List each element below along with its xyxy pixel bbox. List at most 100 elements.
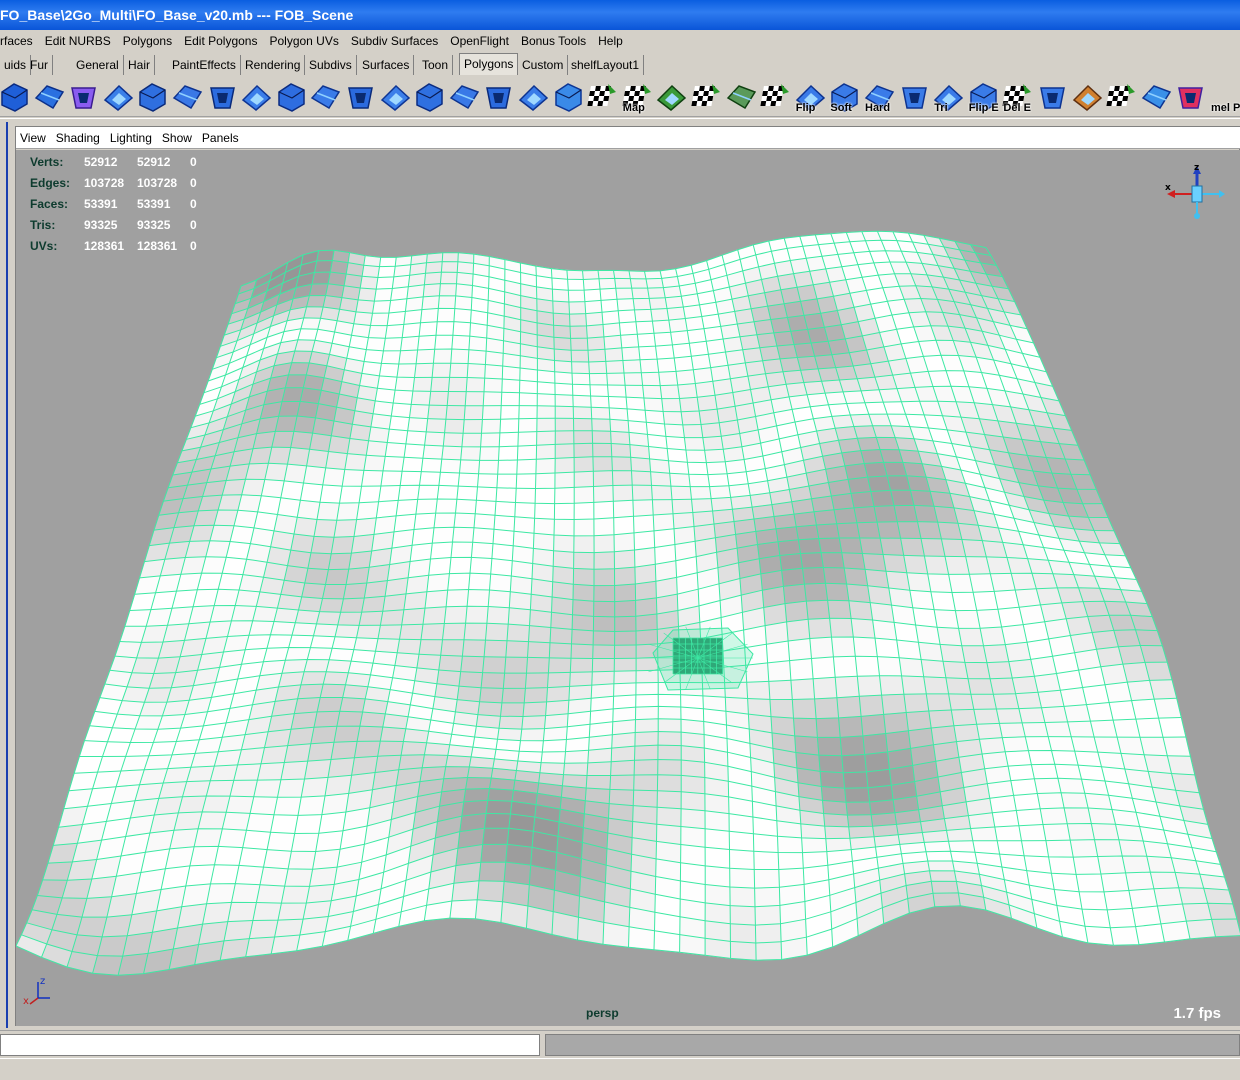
collapse-icon[interactable] [448, 80, 481, 113]
fps-counter: 1.7 fps [1173, 1005, 1221, 1022]
append-polygon-icon[interactable] [517, 80, 550, 113]
shelf-tabs: uids Fur General Hair PaintEffects Rendering S… [0, 53, 1240, 75]
maya-window: FO_Base\2Go_Multi\FO_Base_v20.mb --- FOB… [0, 0, 1240, 1080]
wedge-face-icon[interactable] [309, 80, 342, 113]
hud-label: Tris: [30, 218, 56, 232]
left-toolbox-strip [0, 122, 14, 1028]
flip-icon[interactable]: Flip [794, 80, 827, 114]
hud-value: 0 [190, 155, 197, 169]
quad-icon[interactable] [1036, 80, 1069, 113]
paint-icon[interactable] [1071, 80, 1104, 113]
checker-grid-icon[interactable] [725, 80, 758, 113]
shelf-tab[interactable]: General [72, 55, 124, 75]
origin-axis-icon: x z [23, 976, 50, 1006]
panel-menu-item[interactable]: Panels [197, 127, 244, 149]
shelf-tab[interactable]: Surfaces [358, 55, 415, 75]
shelf-icon-label: Tri [934, 102, 948, 114]
menu-item[interactable]: Polygon UVs [263, 30, 344, 52]
menu-item[interactable]: Help [592, 30, 629, 52]
shelf-tab[interactable]: PaintEffects [168, 55, 241, 75]
view-axis-gizmo-icon[interactable]: x z [1165, 164, 1225, 224]
shelf-tab[interactable]: Hair [124, 55, 156, 75]
shelf-icon-label: Soft [830, 102, 852, 114]
menu-item[interactable]: OpenFlight [444, 30, 515, 52]
delete-edge-icon[interactable]: Del E [1001, 80, 1034, 114]
panel-menu-bar: View Shading Lighting Show Panels [16, 127, 1240, 149]
panel-menu-item[interactable]: Shading [51, 127, 105, 149]
extrude-edge-icon[interactable] [136, 80, 169, 113]
shelf-toolbar: Map Flip Soft Hard Tri Flip E Del E mel Pipe [0, 77, 1240, 117]
merge-icon[interactable] [482, 80, 515, 113]
flip-edge-icon[interactable]: Flip E [967, 80, 1000, 114]
normal-icon[interactable] [898, 80, 931, 113]
bevel-icon[interactable] [240, 80, 273, 113]
harden-icon[interactable]: Hard [863, 80, 896, 114]
cut-faces-icon[interactable] [344, 80, 377, 113]
hud-value: 93325 [84, 218, 118, 232]
checker-map-icon[interactable] [586, 80, 619, 113]
smooth-icon[interactable] [379, 80, 412, 113]
hud-value: 53391 [84, 197, 118, 211]
panel-menu-item[interactable]: View [16, 127, 51, 149]
shelf-tab[interactable]: Fur [26, 55, 53, 75]
shelf-tab[interactable]: Rendering [241, 55, 306, 75]
triangulate-icon[interactable]: Tri [932, 80, 965, 114]
cut-uv-icon[interactable]: Map [621, 80, 654, 114]
split-polygon-icon[interactable] [171, 80, 204, 113]
menu-item[interactable]: Edit NURBS [39, 30, 117, 52]
shelf-tab[interactable]: Subdivs [305, 55, 357, 75]
shelf-tab[interactable]: Polygons [459, 53, 519, 75]
panel-menu-item[interactable]: Show [157, 127, 197, 149]
cube-select-icon[interactable] [67, 80, 100, 113]
hud-value: 128361 [137, 239, 178, 253]
shelf-tab[interactable]: Custom [518, 55, 569, 75]
mel-pipe-icon[interactable]: mel Pipe [1209, 80, 1240, 114]
uv-move-icon[interactable] [655, 80, 688, 113]
hud-label: Verts: [30, 155, 64, 169]
menu-item[interactable]: Edit Polygons [178, 30, 263, 52]
menu-item[interactable]: Subdiv Surfaces [345, 30, 444, 52]
panel-menu-item[interactable]: Lighting [105, 127, 157, 149]
sculpt-icon[interactable] [552, 80, 585, 113]
model-panel: View Shading Lighting Show Panels Verts: 5291… [15, 126, 1240, 1026]
window-title: FO_Base\2Go_Multi\FO_Base_v20.mb --- FOB… [0, 7, 354, 23]
layout-icon[interactable] [1140, 80, 1173, 113]
origin-x-label: x [23, 996, 29, 1006]
gizmo-z-label: z [1194, 164, 1199, 173]
checker-sphere-icon[interactable] [690, 80, 723, 113]
shelf-tab[interactable]: Toon [418, 55, 454, 75]
menu-item[interactable]: rfaces [0, 30, 39, 52]
poke-face-icon[interactable] [275, 80, 308, 113]
texture-icon[interactable] [1105, 80, 1138, 113]
extrude-face-icon[interactable] [102, 80, 135, 113]
perspective-viewport[interactable]: Verts: 52912 52912 0 Edges: 103728 103728 0 Face… [16, 150, 1240, 1026]
uv-layout-icon[interactable] [759, 80, 792, 113]
split-sphere-icon[interactable] [33, 80, 66, 113]
menu-item[interactable]: Polygons [117, 30, 178, 52]
terrain-mesh[interactable] [16, 150, 1240, 1026]
hud-value: 128361 [84, 239, 125, 253]
shelf-icon-label: Map [622, 102, 645, 114]
hud-value: 0 [190, 218, 197, 232]
hud-value: 93325 [137, 218, 171, 232]
box-icon[interactable] [206, 80, 239, 113]
title-bar[interactable]: FO_Base\2Go_Multi\FO_Base_v20.mb --- FOB… [0, 0, 1240, 30]
command-input[interactable] [0, 1034, 540, 1056]
book-icon[interactable] [1174, 80, 1207, 113]
shelf-tab[interactable]: shelfLayout1 [567, 55, 645, 75]
help-line [0, 1058, 1240, 1080]
hud-value: 52912 [84, 155, 118, 169]
hud-value: 53391 [137, 197, 171, 211]
soften-icon[interactable]: Soft [828, 80, 861, 114]
hud-value: 52912 [137, 155, 171, 169]
hud-label: UVs: [30, 239, 58, 253]
command-line [0, 1030, 1240, 1056]
hud-value: 103728 [84, 176, 125, 190]
active-panel-indicator [6, 122, 8, 1028]
menu-item[interactable]: Bonus Tools [515, 30, 592, 52]
sphere-icon[interactable] [0, 80, 31, 113]
origin-z-label: z [40, 976, 45, 987]
subdivide-icon[interactable] [413, 80, 446, 113]
shelf-icon-label: Del E [1003, 102, 1031, 114]
main-menu-bar: rfaces Edit NURBS Polygons Edit Polygons Pol… [0, 30, 1240, 52]
